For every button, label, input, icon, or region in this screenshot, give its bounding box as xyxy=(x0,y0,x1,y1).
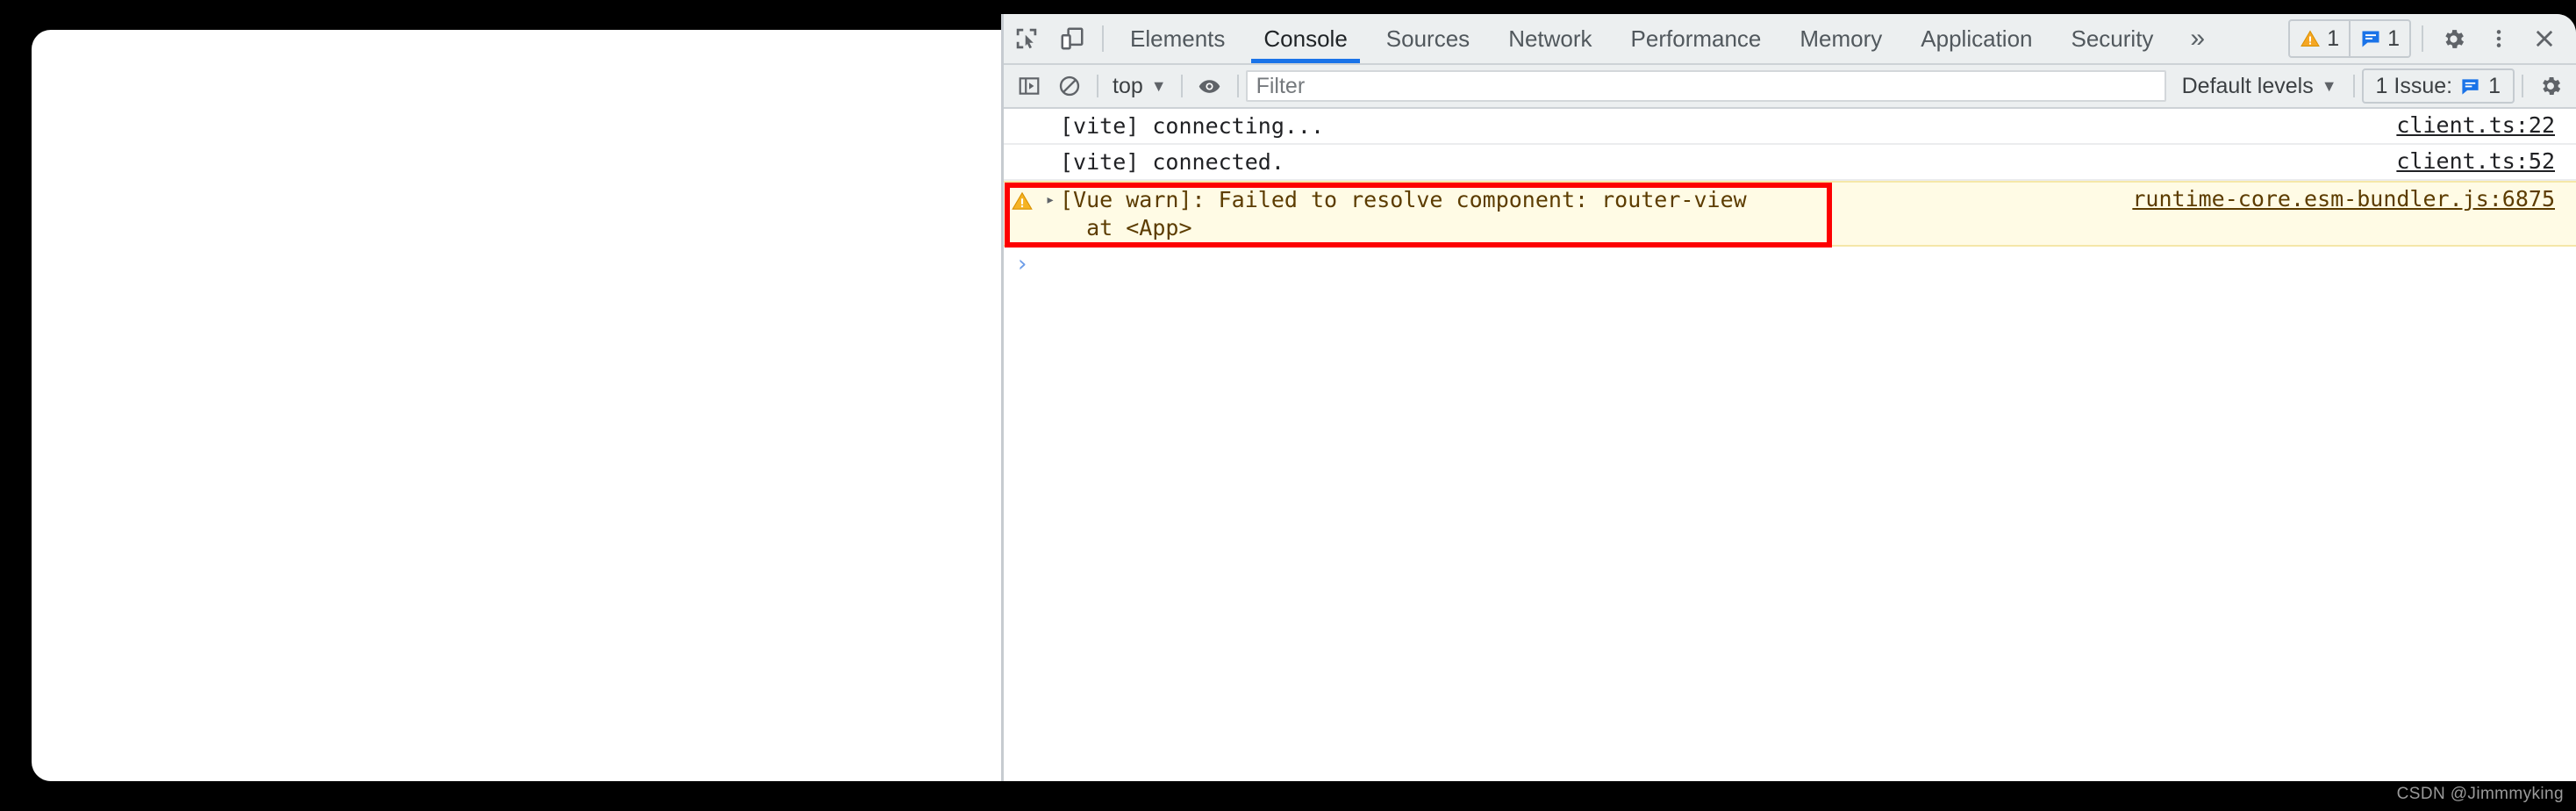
tab-memory[interactable]: Memory xyxy=(1780,14,1901,63)
warning-triangle-icon xyxy=(1012,191,1033,210)
devtools-more-options-button[interactable] xyxy=(2476,27,2522,50)
console-filter-input[interactable] xyxy=(1245,70,2166,102)
devtools-tab-bar: Elements Console Sources Network Perform… xyxy=(1004,14,2576,65)
tab-label: Application xyxy=(1921,25,2033,52)
console-settings-button[interactable] xyxy=(2530,67,2571,105)
tab-application[interactable]: Application xyxy=(1901,14,2051,63)
tab-label: Sources xyxy=(1385,25,1470,52)
header-divider xyxy=(1102,25,1104,52)
message-source-link[interactable]: runtime-core.esm-bundler.js:6875 xyxy=(2132,185,2576,213)
issues-count: 1 xyxy=(2387,25,2400,51)
panel-tabs: Elements Console Sources Network Perform… xyxy=(1111,14,2172,63)
console-message-row[interactable]: [vite] connecting... client.ts:22 xyxy=(1004,109,2576,145)
issue-message-icon xyxy=(2362,31,2379,47)
message-expander-triangle[interactable]: ▸ xyxy=(1041,185,1060,209)
header-divider-2 xyxy=(2422,25,2423,52)
clear-console-icon xyxy=(1059,75,1080,97)
devtools-panel: Elements Console Sources Network Perform… xyxy=(1001,14,2576,781)
screenshot-root: Elements Console Sources Network Perform… xyxy=(0,0,2576,811)
console-warning-row[interactable]: ▸ [Vue warn]: Failed to resolve componen… xyxy=(1004,181,2576,248)
tab-label: Network xyxy=(1508,25,1592,52)
tab-network[interactable]: Network xyxy=(1489,14,1611,63)
message-expander xyxy=(1041,147,1060,153)
tab-label: Memory xyxy=(1800,25,1883,52)
message-text: [Vue warn]: Failed to resolve component:… xyxy=(1060,187,1747,240)
console-message-list[interactable]: [vite] connecting... client.ts:22 [vite]… xyxy=(1004,109,2576,781)
issues-count: 1 xyxy=(2488,73,2501,98)
watermark: CSDN @Jimmmyking xyxy=(2396,785,2564,803)
devtools-settings-button[interactable] xyxy=(2430,26,2476,52)
tab-performance[interactable]: Performance xyxy=(1612,14,1781,63)
tab-label: Security xyxy=(2071,25,2154,52)
tab-label: Performance xyxy=(1630,25,1762,52)
tab-label: Elements xyxy=(1130,25,1226,52)
message-source-link[interactable]: client.ts:22 xyxy=(2396,111,2576,140)
console-toolbar: top ▼ Default levels ▼ 1 Issue: xyxy=(1004,65,2576,109)
header-action-icons xyxy=(2430,14,2576,63)
warning-counter[interactable]: 1 xyxy=(2290,21,2349,56)
chevron-down-icon: ▼ xyxy=(2321,77,2337,95)
tab-security[interactable]: Security xyxy=(2052,14,2173,63)
device-toolbar-icon xyxy=(1061,27,1084,50)
message-source-link[interactable]: client.ts:52 xyxy=(2396,147,2576,176)
chevron-right-icon: ▸ xyxy=(1045,190,1055,209)
toolbar-divider-4 xyxy=(2352,75,2355,97)
eye-icon xyxy=(1199,79,1220,93)
issue-counters: 1 1 xyxy=(2288,19,2411,58)
browser-page-viewport[interactable] xyxy=(32,30,1001,781)
close-icon xyxy=(2536,30,2553,47)
message-gutter xyxy=(1004,147,1041,152)
execution-context-label: top xyxy=(1113,73,1143,98)
warning-triangle-icon xyxy=(2301,30,2321,47)
toolbar-divider-5 xyxy=(2522,75,2523,97)
issue-message-icon xyxy=(2462,78,2479,95)
console-sidebar-toggle[interactable] xyxy=(1009,67,1049,105)
console-input[interactable] xyxy=(1041,248,2576,249)
issues-button[interactable]: 1 Issue: 1 xyxy=(2361,68,2515,104)
header-spacer xyxy=(2222,14,2288,63)
toolbar-divider-1 xyxy=(1097,75,1098,97)
message-gutter xyxy=(1004,185,1041,212)
message-text: [vite] connecting... xyxy=(1060,113,1325,139)
clear-console-button[interactable] xyxy=(1049,67,1090,105)
live-expression-button[interactable] xyxy=(1190,67,1230,105)
toolbar-divider-3 xyxy=(1236,75,1239,97)
warning-count: 1 xyxy=(2327,25,2340,51)
chevron-double-right-icon: » xyxy=(2190,24,2206,53)
tab-console[interactable]: Console xyxy=(1244,14,1366,63)
gear-icon xyxy=(2543,76,2561,96)
prompt-chevron-icon: › xyxy=(1015,251,1029,277)
message-gutter xyxy=(1004,111,1041,116)
console-message-row[interactable]: [vite] connected. client.ts:52 xyxy=(1004,145,2576,181)
toolbar-divider-2 xyxy=(1180,75,1183,97)
tab-sources[interactable]: Sources xyxy=(1367,14,1489,63)
tab-label: Console xyxy=(1263,25,1348,52)
console-sidebar-icon xyxy=(1019,77,1040,95)
console-prompt[interactable]: › xyxy=(1004,247,2576,282)
more-tabs-button[interactable]: » xyxy=(2172,14,2222,63)
device-toolbar-button[interactable] xyxy=(1049,14,1095,63)
tab-elements[interactable]: Elements xyxy=(1111,14,1244,63)
inspect-element-icon xyxy=(1016,28,1037,49)
kebab-menu-icon xyxy=(2496,30,2501,47)
chevron-down-icon: ▼ xyxy=(1150,77,1167,95)
execution-context-selector[interactable]: top ▼ xyxy=(1106,74,1174,99)
log-level-label: Default levels xyxy=(2181,73,2314,98)
message-text: [vite] connected. xyxy=(1060,149,1284,175)
issues-label: 1 Issue: xyxy=(2375,73,2453,98)
inspect-element-button[interactable] xyxy=(1004,14,1049,63)
log-level-selector[interactable]: Default levels ▼ xyxy=(2173,74,2346,99)
issues-counter[interactable]: 1 xyxy=(2349,21,2409,56)
message-expander xyxy=(1041,111,1060,117)
devtools-close-button[interactable] xyxy=(2522,26,2567,51)
gear-icon xyxy=(2444,29,2464,48)
